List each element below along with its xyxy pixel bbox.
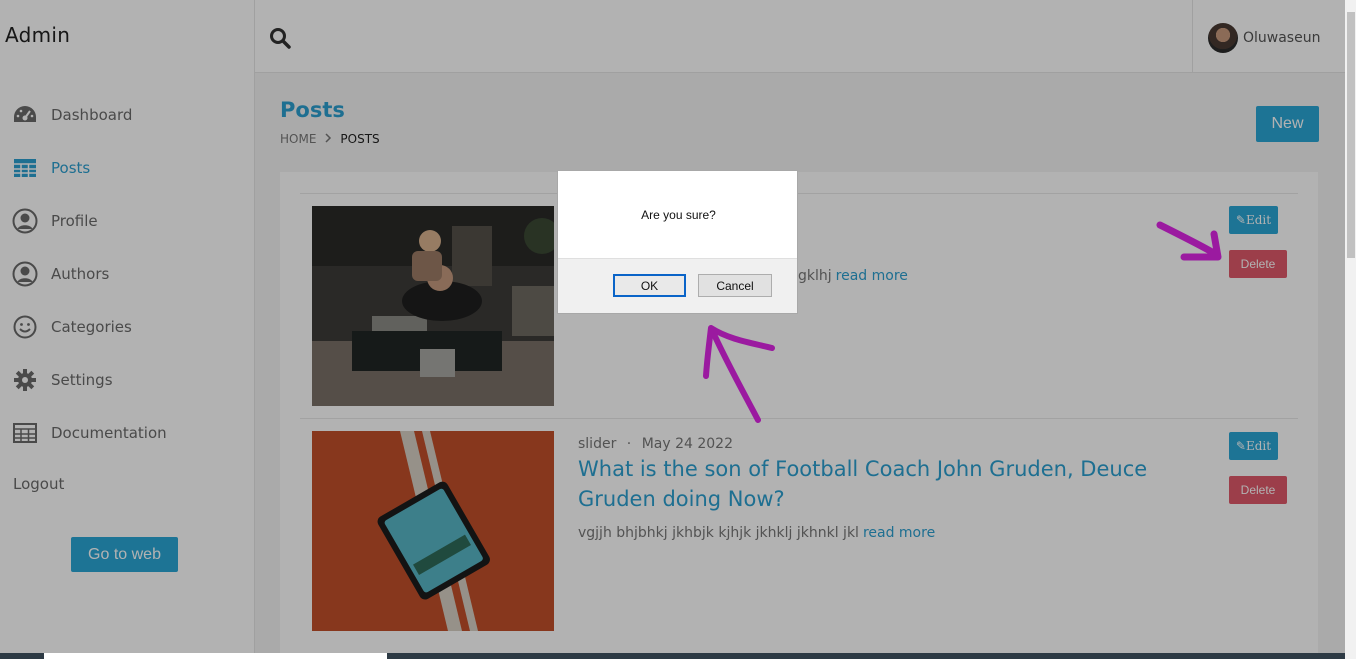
cancel-button[interactable]: Cancel: [698, 274, 772, 297]
ok-button[interactable]: OK: [613, 274, 686, 297]
modal-overlay: [0, 0, 1345, 659]
dialog-message: Are you sure?: [641, 208, 716, 222]
scrollbar-thumb[interactable]: [1347, 12, 1355, 258]
confirm-dialog: Are you sure? OK Cancel: [557, 170, 798, 314]
bottom-bar: [0, 653, 1345, 659]
dialog-footer: OK Cancel: [558, 258, 797, 313]
bottom-bar-segment: [44, 653, 387, 659]
